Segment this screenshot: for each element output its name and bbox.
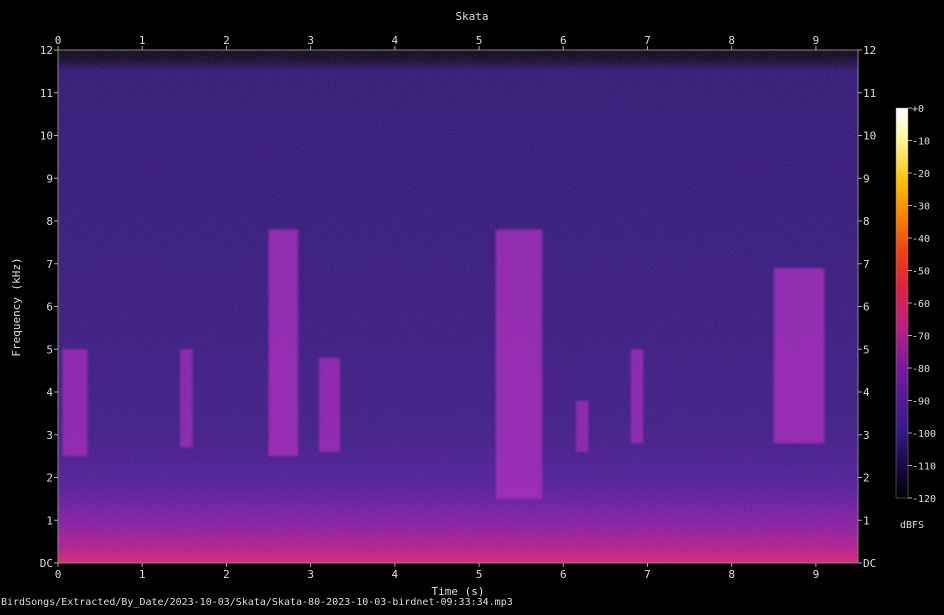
spectrogram-chart: 0123456789 0123456789 DC123456789101112 … xyxy=(10,10,936,598)
y-axis-right: DC123456789101112 xyxy=(858,44,876,570)
bird-call-1 xyxy=(62,349,88,457)
x-tick-top-label-5: 5 xyxy=(476,34,483,47)
y-tick-right-label-7: 7 xyxy=(863,258,870,271)
y-tick-left-label-6: 6 xyxy=(46,301,53,314)
colorbar-tick-label-9: -90 xyxy=(912,397,930,408)
x-tick-bottom-label-8: 8 xyxy=(728,568,735,581)
y-tick-right-label-4: 4 xyxy=(863,386,870,399)
y-tick-left-label-2: 2 xyxy=(46,472,53,485)
x-tick-top-label-0: 0 xyxy=(55,34,62,47)
colorbar-tick-label-5: -50 xyxy=(912,267,930,278)
colorbar-tick-label-8: -80 xyxy=(912,364,930,375)
y-tick-right-label-10: 10 xyxy=(863,130,876,143)
colorbar-tick-label-2: -20 xyxy=(912,169,930,180)
colorbar-ticks: +0 -10 -20 -30 -40 -50 -60 -70 -80 -90 -100 -110 -12… xyxy=(908,104,936,505)
x-tick-bottom-label-5: 5 xyxy=(476,568,483,581)
x-tick-bottom-label-7: 7 xyxy=(644,568,651,581)
bird-call-2 xyxy=(180,349,193,448)
file-path-footer: BirdSongs/Extracted/By_Date/2023-10-03/S… xyxy=(1,597,513,608)
spectrogram-page: 0123456789 0123456789 DC 1 2 3 4 5 6 7 8 9 10 11 12 … xyxy=(0,0,944,611)
y-tick-left-label-10: 10 xyxy=(40,130,53,143)
bird-call-8 xyxy=(773,268,825,444)
x-tick-bottom-label-4: 4 xyxy=(392,568,399,581)
bird-call-5 xyxy=(495,229,543,499)
y-tick-right-label-2: 2 xyxy=(863,472,870,485)
y-tick-left-label-5: 5 xyxy=(46,343,53,356)
colorbar-tick-label-7: -70 xyxy=(912,332,930,343)
y-axis-label: Frequency (kHz) xyxy=(10,257,23,356)
y-tick-left-label-11: 11 xyxy=(40,87,53,100)
y-tick-left-label-3: 3 xyxy=(46,429,53,442)
x-tick-bottom-label-9: 9 xyxy=(813,568,820,581)
colorbar-tick-label-10: -100 xyxy=(912,429,936,440)
y-tick-left-label-8: 8 xyxy=(46,215,53,228)
y-tick-right-label-8: 8 xyxy=(863,215,870,228)
spectrogram-grain xyxy=(58,50,858,563)
colorbar-tick-label-12: -120 xyxy=(912,494,936,505)
bird-call-7 xyxy=(630,349,644,444)
x-axis-top: 0 1 2 3 4 5 6 7 8 9 xyxy=(55,34,820,50)
y-tick-right-label-12: 12 xyxy=(863,44,876,57)
colorbar-tick-label-0: +0 xyxy=(912,104,924,115)
x-tick-top-label-4: 4 xyxy=(392,34,399,47)
x-tick-bottom-label-1: 1 xyxy=(139,568,146,581)
y-tick-right-label-9: 9 xyxy=(863,172,870,185)
x-tick-bottom-label-3: 3 xyxy=(307,568,314,581)
x-tick-top-label-2: 2 xyxy=(223,34,230,47)
y-tick-left-label-1: 1 xyxy=(46,514,53,527)
x-tick-bottom-label-2: 2 xyxy=(223,568,230,581)
bird-call-3 xyxy=(268,229,298,457)
colorbar-label: dBFS xyxy=(900,520,924,531)
x-axis-bottom: 0 1 2 3 4 5 6 7 8 9 xyxy=(55,563,820,581)
y-tick-right-label-6: 6 xyxy=(863,301,870,314)
x-tick-bottom-label-0: 0 xyxy=(55,568,62,581)
y-tick-left-label-12: 12 xyxy=(40,44,53,57)
colorbar-tick-label-3: -30 xyxy=(912,202,930,213)
y-tick-right-label-3: 3 xyxy=(863,429,870,442)
colorbar-tick-label-4: -40 xyxy=(912,234,930,245)
y-tick-left-label-9: 9 xyxy=(46,172,53,185)
x-tick-top-label-9: 9 xyxy=(813,34,820,47)
x-tick-top-label-6: 6 xyxy=(560,34,567,47)
colorbar-tick-label-6: -60 xyxy=(912,299,930,310)
colorbar-tick-label-1: -10 xyxy=(912,137,930,148)
y-tick-left-label-7: 7 xyxy=(46,258,53,271)
bird-call-6 xyxy=(575,400,589,452)
x-tick-top-label-1: 1 xyxy=(139,34,146,47)
y-tick-right-label-DC: DC xyxy=(863,557,876,570)
y-axis-left: DC123456789101112 xyxy=(40,44,58,570)
bird-call-4 xyxy=(319,357,341,452)
colorbar xyxy=(895,107,909,499)
x-tick-top-label-7: 7 xyxy=(644,34,651,47)
chart-title: Skata xyxy=(455,10,488,23)
y-tick-left-label-4: 4 xyxy=(46,386,53,399)
y-tick-right-label-11: 11 xyxy=(863,87,876,100)
y-tick-right-label-5: 5 xyxy=(863,343,870,356)
x-tick-bottom-label-6: 6 xyxy=(560,568,567,581)
y-tick-left-label-DC: DC xyxy=(40,557,53,570)
colorbar-tick-label-11: -110 xyxy=(912,462,936,473)
x-tick-top-label-8: 8 xyxy=(728,34,735,47)
x-tick-top-label-3: 3 xyxy=(307,34,314,47)
y-tick-right-label-1: 1 xyxy=(863,514,870,527)
